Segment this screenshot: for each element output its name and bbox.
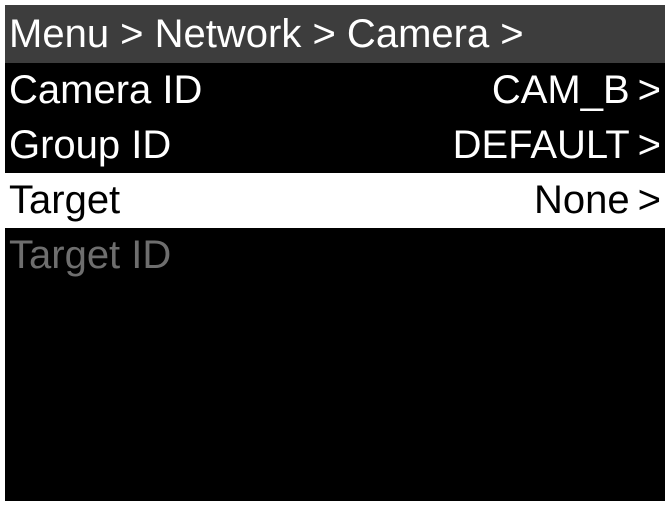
menu-item-value: DEFAULT bbox=[452, 123, 630, 167]
menu-list: Camera ID CAM_B > Group ID DEFAULT > Tar… bbox=[5, 63, 665, 283]
menu-item-value: CAM_B bbox=[491, 68, 630, 112]
chevron-right-icon: > bbox=[637, 178, 661, 222]
menu-item-target-id: Target ID bbox=[5, 228, 665, 283]
breadcrumb: Menu > Network > Camera > bbox=[5, 5, 665, 63]
chevron-right-icon: > bbox=[637, 68, 661, 112]
menu-item-label: Target ID bbox=[9, 233, 172, 277]
menu-item-value-group: CAM_B > bbox=[492, 68, 661, 113]
menu-item-value-group: DEFAULT > bbox=[453, 123, 661, 168]
menu-item-label: Camera ID bbox=[9, 68, 203, 112]
menu-item-camera-id[interactable]: Camera ID CAM_B > bbox=[5, 63, 665, 118]
menu-item-value-group: None > bbox=[534, 178, 661, 223]
camera-menu-screen: Menu > Network > Camera > Camera ID CAM_… bbox=[5, 5, 665, 501]
menu-item-group-id[interactable]: Group ID DEFAULT > bbox=[5, 118, 665, 173]
menu-item-label: Group ID bbox=[9, 123, 172, 167]
chevron-right-icon: > bbox=[637, 123, 661, 167]
menu-item-label: Target bbox=[9, 178, 121, 222]
menu-item-value: None bbox=[534, 178, 630, 222]
menu-item-target[interactable]: Target None > bbox=[5, 173, 665, 228]
